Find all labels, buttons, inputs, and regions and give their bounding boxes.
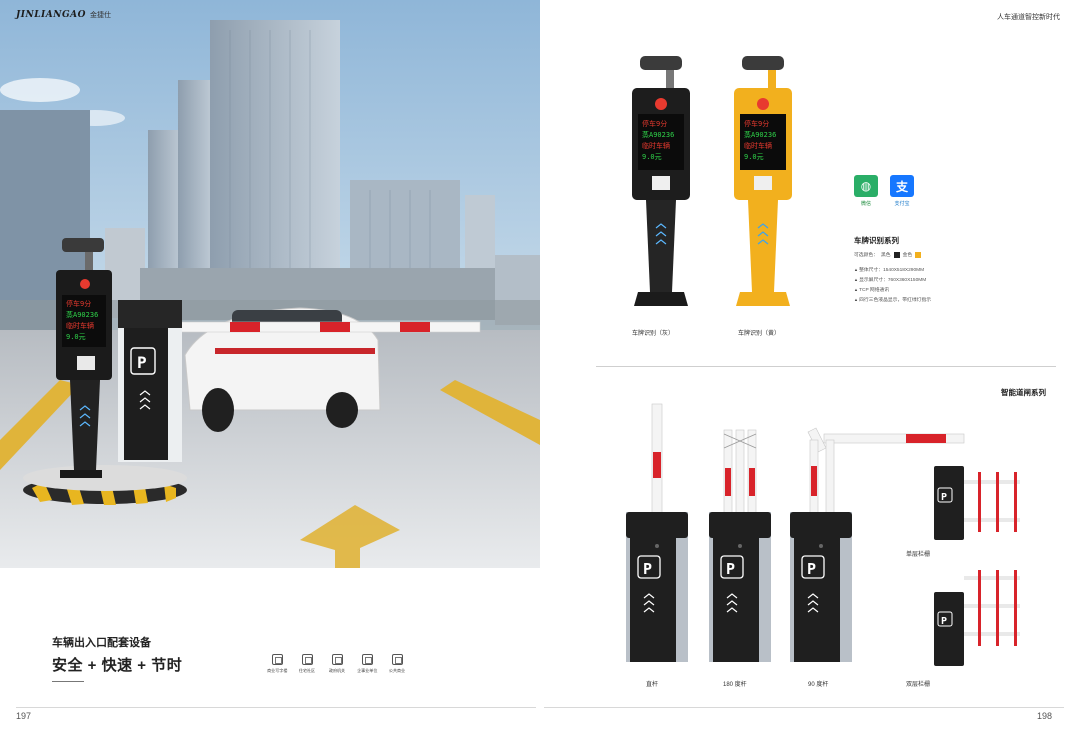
device-caption-grey: 车牌识别（灰） [632,331,675,337]
grey-screen-line: 停车9分 [642,119,667,128]
payment-alipay: 支 支付宝 [890,175,914,207]
swatch-black [893,251,900,258]
spec-item: TCP 网络通讯 [854,285,931,295]
gate-single-fence: P [934,466,1020,540]
page-number: 197 [16,711,32,721]
yellow-screen-line: 9.0元 [744,153,764,161]
lpr-screen-line: 停车9分 [66,299,91,308]
color-options: 可选颜色： 黑色 金色 [854,251,922,258]
grey-screen-line: 蒸A90236 [642,130,674,139]
payment-wechat: ◍ 微信 [854,175,878,207]
device-caption-yellow: 车牌识别（黄） [738,331,781,337]
grey-screen-line: 9.0元 [642,153,662,161]
heading-underline [52,681,84,682]
application-scenes: 商业写字楼 住宅社区 政府机关 企事业单位 公共商业 [267,654,407,674]
footer-divider [544,707,1064,708]
lpr-device-grey: 停车9分 蒸A90236 临时车辆 9.0元 [632,56,690,306]
brand-name: 金捷仕 [89,12,111,19]
swatch-gold [915,251,922,258]
alipay-icon: 支 [890,175,914,197]
lpr-screen-line: 蒸A90236 [66,310,98,319]
spec-item: 整体尺寸：1540X518X290MM [854,265,931,275]
barrier-series-title: 智能道闸系列 [1001,388,1046,397]
barrier-gates-illustration: P P [625,403,1020,666]
footer-divider [16,707,536,708]
section-divider [596,366,1056,367]
page-tagline: 人车通道智控新时代 [997,14,1060,21]
section-heading: 车辆出入口配套设备 [52,637,151,649]
spec-item: 四行三色液晶显示，带红绿灯指示 [854,295,931,305]
spec-item: 显示屏尺寸：760X360X150MM [854,275,931,285]
brand-mark: JINLIANGAO [16,10,86,20]
gate-straight [625,403,689,663]
gate-caption-straight: 直杆 [646,682,659,688]
lpr-screen-line: 9.0元 [66,333,86,341]
yellow-screen-line: 停车9分 [744,119,769,128]
svg-text:P: P [941,492,947,503]
residential-icon [301,654,313,665]
gate-180 [708,429,772,663]
lpr-screen-line: 临时车辆 [66,321,94,330]
grey-screen-line: 临时车辆 [642,141,670,150]
slogan: 安全 + 快速 + 节时 [52,657,183,674]
scene-item: 政府机关 [327,654,347,674]
left-page: P 停车9分 蒸A90236 临时车辆 9.0元 JINLIANGAO 金捷仕 … [0,0,540,733]
gate-caption-180: 180 度杆 [723,682,747,688]
lpr-series-title: 车牌识别系列 [854,236,899,245]
spec-list: 整体尺寸：1540X518X290MM 显示屏尺寸：760X360X150MM … [854,265,931,305]
payment-methods: ◍ 微信 支 支付宝 [854,175,914,207]
gate-double-fence: P [934,570,1020,666]
page-number: 198 [1036,711,1052,721]
gate-caption-double-fence: 双层栏栅 [906,682,931,688]
lpr-device-yellow: 停车9分 蒸A90236 临时车辆 9.0元 [734,56,792,306]
public-commerce-icon [391,654,403,665]
scene-item: 企事业单位 [357,654,377,674]
yellow-screen-line: 临时车辆 [744,141,772,150]
lpr-devices-illustration: 停车9分 蒸A90236 临时车辆 9.0元 停车9分 蒸A90236 临时车辆… [632,56,792,306]
gate-caption-90: 90 度杆 [808,682,829,688]
wechat-pay-icon: ◍ [854,175,878,197]
payment-label: 支付宝 [894,201,910,207]
scene-item: 商业写字楼 [267,654,287,674]
office-building-icon [271,654,283,665]
brand-logo: JINLIANGAO 金捷仕 [16,10,111,20]
gate-caption-single-fence: 单层栏栅 [906,552,931,558]
government-icon [331,654,343,665]
right-page: 人车通道智控新时代 停车9分 蒸A90236 临时车辆 9.0元 停车9分 蒸A… [540,0,1080,733]
yellow-screen-line: 蒸A90236 [744,130,776,139]
scene-item: 公共商业 [387,654,407,674]
enterprise-icon [361,654,373,665]
svg-text:P: P [941,616,947,627]
svg-text:P: P [137,353,147,372]
hero-photo: P 停车9分 蒸A90236 临时车辆 9.0元 JINLIANGAO 金捷仕 [0,0,540,568]
scene-item: 住宅社区 [297,654,317,674]
payment-label: 微信 [860,201,871,207]
